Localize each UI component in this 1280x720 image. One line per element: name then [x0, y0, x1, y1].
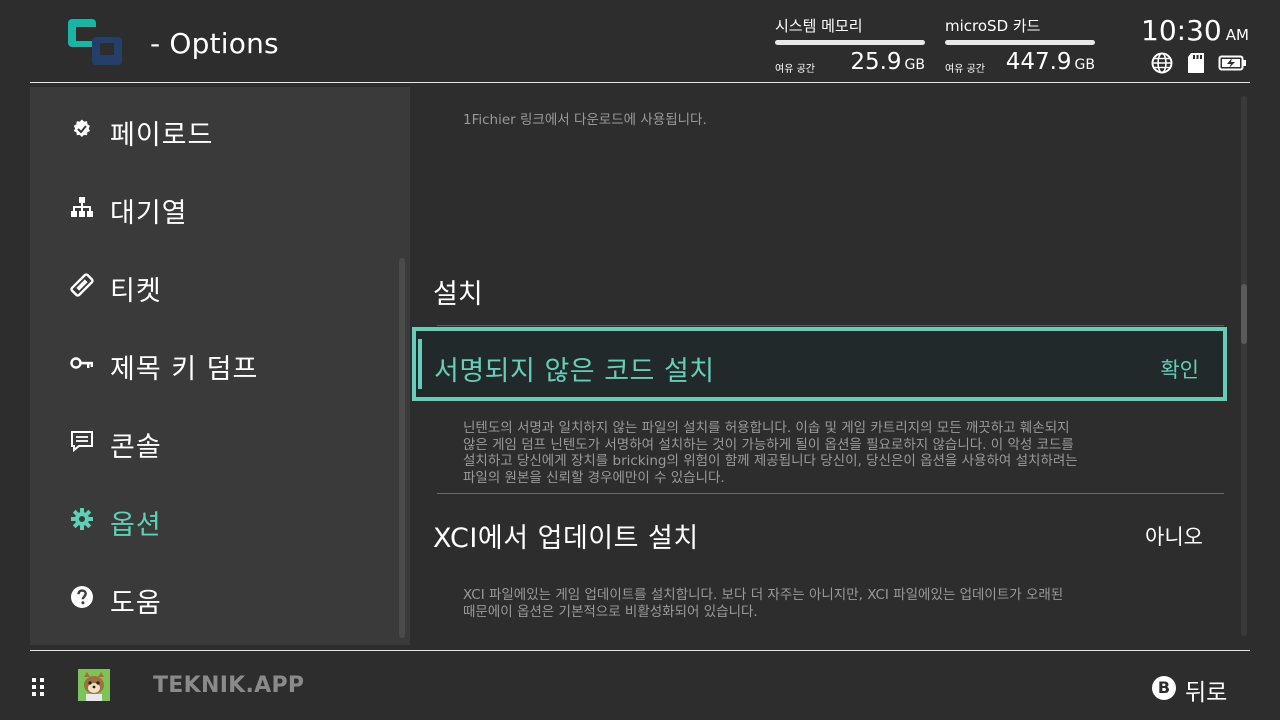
storage-bar [775, 40, 925, 45]
footer-divider [30, 650, 1250, 651]
header-bar: - Options 시스템 메모리 여유 공간 25.9 GB microSD 카… [0, 0, 1280, 83]
storage-label: 시스템 메모리 [775, 17, 863, 35]
b-button-icon: B [1152, 676, 1176, 700]
setting-description: 1Fichier 링크에서 다운로드에 사용됩니다. [463, 112, 707, 128]
content-scrollbar-track[interactable] [1241, 96, 1247, 636]
free-space-value: 447.9 GB [1005, 49, 1095, 75]
sidebar: 페이로드 대기열 티켓 제목 키 덤프 콘솔 옵션 도움 [30, 87, 410, 645]
sidebar-item-tickets[interactable]: 티켓 [30, 255, 390, 315]
sd-card-icon [1186, 52, 1206, 78]
sidebar-item-label: 제목 키 덤프 [110, 354, 259, 385]
microsd-storage: microSD 카드 여유 공간 447.9 GB [945, 14, 1095, 78]
free-space-label: 여유 공간 [775, 64, 815, 75]
grid-dots-icon[interactable] [31, 677, 47, 697]
setting-description: 닌텐도의 서명과 일치하지 않는 파일의 설치를 허용합니다. 이솝 및 게임 … [463, 420, 1078, 486]
sidebar-item-queue[interactable]: 대기열 [30, 177, 390, 237]
sidebar-item-label: 도움 [110, 588, 162, 619]
system-memory-storage: 시스템 메모리 여유 공간 25.9 GB [775, 14, 925, 78]
free-space-label: 여유 공간 [945, 64, 985, 75]
storage-label: microSD 카드 [945, 17, 1041, 35]
key-icon [70, 351, 94, 375]
teknik-logo [68, 19, 122, 65]
sidebar-item-label: 페이로드 [110, 120, 214, 151]
sidebar-item-label: 대기열 [110, 198, 188, 229]
setting-value: 아니오 [1145, 525, 1203, 549]
battery-charging-icon [1218, 52, 1248, 78]
content-scrollbar-thumb[interactable] [1241, 284, 1247, 344]
sidebar-item-title-key-dump[interactable]: 제목 키 덤프 [30, 333, 390, 393]
back-label: 뒤로 [1185, 680, 1228, 706]
setting-label: 서명되지 않은 코드 설치 [434, 356, 715, 387]
gear-icon [70, 507, 94, 531]
clock: 10:30 AM [1141, 14, 1249, 47]
globe-icon [1151, 52, 1173, 78]
help-icon [70, 585, 94, 609]
sidebar-item-label: 콘솔 [110, 432, 162, 463]
console-icon [70, 429, 94, 453]
header-divider [30, 82, 1250, 83]
section-title: 설치 [433, 279, 483, 310]
sidebar-item-payloads[interactable]: 페이로드 [30, 99, 390, 159]
hierarchy-icon [70, 195, 94, 219]
app-name: TEKNIK.APP [153, 673, 305, 698]
ticket-icon [70, 273, 94, 297]
setting-value: 확인 [1160, 358, 1199, 382]
row-divider [437, 493, 1224, 494]
setting-row-unsigned-code[interactable]: 서명되지 않은 코드 설치 확인 [412, 327, 1227, 401]
setting-description: XCI 파일에있는 게임 업데이트를 설치합니다. 보다 더 자주는 아니지만,… [463, 587, 1064, 620]
user-avatar[interactable] [78, 669, 110, 701]
sidebar-item-label: 옵션 [110, 510, 162, 541]
section-divider [437, 325, 1224, 326]
free-space-value: 25.9 GB [850, 49, 925, 75]
setting-row-xci-updates[interactable]: XCI에서 업데이트 설치 아니오 [412, 498, 1227, 572]
setting-label: XCI에서 업데이트 설치 [433, 523, 699, 554]
sidebar-item-options[interactable]: 옵션 [30, 489, 390, 549]
storage-bar [945, 40, 1095, 45]
badge-icon [70, 117, 94, 141]
page-title: - Options [150, 27, 279, 60]
sidebar-scrollbar[interactable] [399, 258, 405, 638]
sidebar-item-help[interactable]: 도움 [30, 567, 390, 627]
sidebar-item-console[interactable]: 콘솔 [30, 411, 390, 471]
sidebar-item-label: 티켓 [110, 276, 162, 307]
